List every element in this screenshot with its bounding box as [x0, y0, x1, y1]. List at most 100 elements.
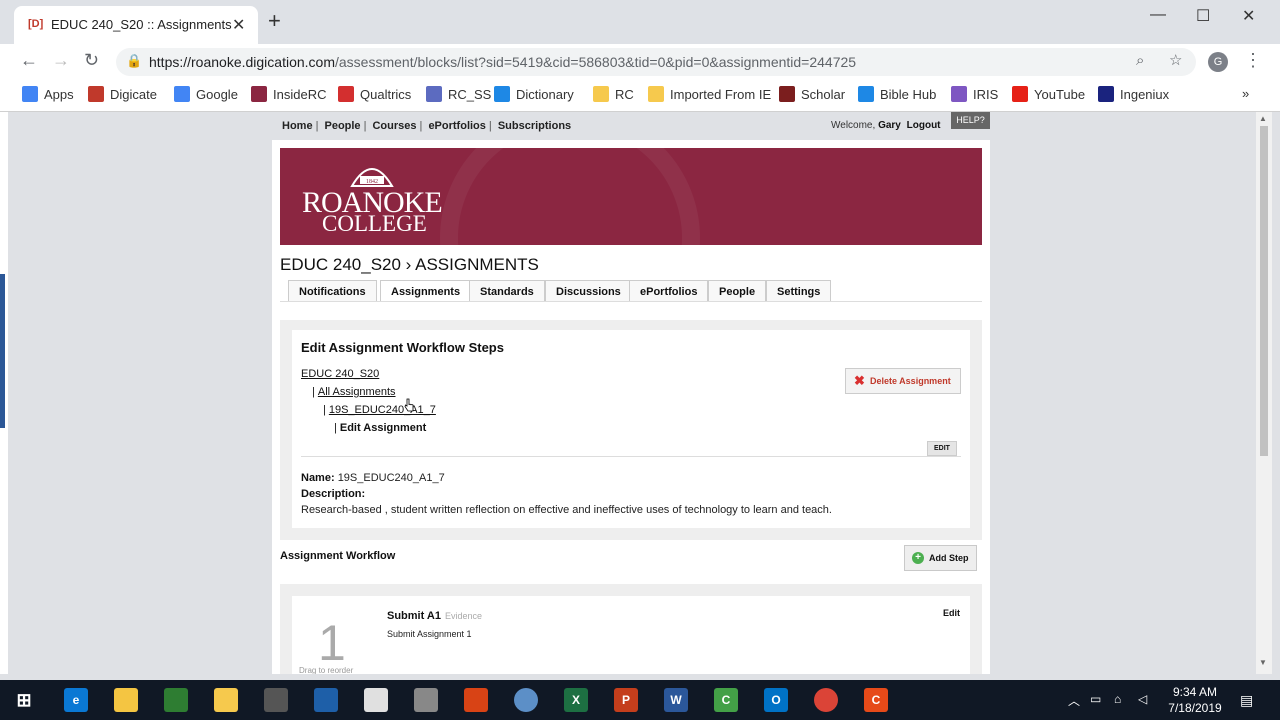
bookmark-insiderc[interactable]: InsideRC — [251, 86, 326, 102]
word-icon[interactable]: W — [664, 688, 688, 712]
profile-avatar[interactable]: G — [1208, 52, 1228, 72]
edit-small-button[interactable]: EDIT — [927, 441, 957, 456]
bookmarks-overflow-icon[interactable]: » — [1242, 86, 1249, 101]
battery-icon[interactable]: ▭ — [1090, 692, 1101, 706]
browser-toolbar: ← → ↻ 🔒 https://roanoke.digication.com/a… — [0, 44, 1280, 80]
scroll-down-icon[interactable]: ▼ — [1259, 658, 1267, 667]
tab-close-icon[interactable]: ✕ — [232, 15, 245, 35]
breadcrumb-assignment-link[interactable]: 19S_EDUC240_A1_7 — [329, 404, 436, 416]
store-icon[interactable] — [364, 688, 388, 712]
app-green-icon[interactable] — [164, 688, 188, 712]
bookmark-label: RC_SS — [448, 87, 492, 102]
calculator-icon[interactable] — [264, 688, 288, 712]
globe-icon[interactable] — [514, 688, 538, 712]
file-explorer-icon[interactable] — [114, 688, 138, 712]
help-button[interactable]: HELP? — [951, 112, 990, 129]
tab-settings[interactable]: Settings — [766, 280, 832, 302]
zoom-search-icon[interactable]: ⌕ — [1136, 52, 1144, 69]
windows-start-icon[interactable]: ⊞ — [12, 688, 36, 712]
bookmark-label: Ingeniux — [1120, 87, 1170, 102]
bookmark-rc[interactable]: RC — [593, 86, 634, 102]
scroll-up-icon[interactable]: ▲ — [1259, 114, 1267, 123]
camtasia-recorder-icon[interactable]: C — [864, 688, 888, 712]
outlook-icon[interactable]: O — [764, 688, 788, 712]
iris-icon — [951, 86, 967, 102]
volume-icon[interactable]: ◁ — [1138, 692, 1147, 706]
address-bar[interactable]: 🔒 https://roanoke.digication.com/assessm… — [116, 48, 1196, 76]
welcome-text: Welcome, Gary Logout — [831, 120, 941, 131]
workflow-step-card[interactable]: 1 Drag to reorder Submit A1 Evidence Subm… — [292, 596, 970, 674]
bookmark-qualtrics[interactable]: Qualtrics — [338, 86, 411, 102]
bookmark-label: Digicate — [110, 87, 157, 102]
college-banner: 1842 ROANOKE COLLEGE — [280, 148, 982, 245]
bookmark-rc-ss[interactable]: RC_SS — [426, 86, 491, 102]
chrome-icon[interactable] — [814, 688, 838, 712]
drag-handle[interactable]: Drag to reorder — [299, 666, 353, 674]
scrollbar-thumb[interactable] — [1260, 126, 1268, 456]
reload-icon[interactable]: ↻ — [84, 50, 99, 71]
vertical-scrollbar[interactable]: ▲ ▼ — [1256, 112, 1272, 674]
bookmark-label: Qualtrics — [360, 87, 412, 102]
breadcrumb-all-assignments-link[interactable]: All Assignments — [318, 386, 396, 398]
step-edit-link[interactable]: Edit — [943, 608, 960, 618]
bookmark-star-icon[interactable]: ☆ — [1169, 51, 1182, 69]
tray-chevron-icon[interactable]: ︿ — [1068, 692, 1080, 709]
bookmark-bible-hub[interactable]: Bible Hub — [858, 86, 936, 102]
bookmark-label: Dictionary — [516, 87, 574, 102]
taskbar-clock[interactable]: 9:34 AM 7/18/2019 — [1160, 684, 1230, 716]
browser-tab[interactable]: [D] EDUC 240_S20 :: Assignments ✕ — [14, 6, 258, 44]
tab-eportfolios[interactable]: ePortfolios — [629, 280, 709, 302]
apps-grid-icon — [22, 86, 38, 102]
logout-link[interactable]: Logout — [907, 120, 941, 131]
bookmark-scholar[interactable]: Scholar — [779, 86, 845, 102]
app-orange-icon[interactable] — [464, 688, 488, 712]
edge-icon[interactable]: e — [64, 688, 88, 712]
new-tab-button[interactable]: + — [268, 10, 281, 32]
nav-courses[interactable]: Courses — [372, 120, 416, 132]
camtasia-green-icon[interactable]: C — [714, 688, 738, 712]
bookmark-google[interactable]: Google — [174, 86, 238, 102]
back-icon[interactable]: ← — [20, 50, 38, 71]
nav-eportfolios[interactable]: ePortfolios — [428, 120, 485, 132]
network-icon[interactable]: ⌂ — [1114, 692, 1121, 706]
minimize-icon[interactable]: — — [1150, 6, 1166, 24]
tab-assignments[interactable]: Assignments — [380, 280, 472, 302]
add-step-button[interactable]: + Add Step — [904, 545, 977, 571]
tab-discussions[interactable]: Discussions — [545, 280, 632, 302]
menu-kebab-icon[interactable]: ⋮ — [1244, 50, 1262, 71]
powerpoint-icon[interactable]: P — [614, 688, 638, 712]
forward-icon[interactable]: → — [52, 50, 70, 71]
nav-people[interactable]: People — [324, 120, 360, 132]
bookmark-ingeniux[interactable]: Ingeniux — [1098, 86, 1169, 102]
name-label: Name: — [301, 472, 335, 484]
digication-favicon-icon: [D] — [28, 18, 44, 30]
excel-icon[interactable]: X — [564, 688, 588, 712]
bookmark-dictionary[interactable]: Dictionary — [494, 86, 574, 102]
bookmark-apps[interactable]: Apps — [22, 86, 74, 102]
page-container: 1842 ROANOKE COLLEGE EDUC 240_S20 › ASSI… — [272, 140, 990, 674]
insiderc-icon — [251, 86, 267, 102]
tab-title: EDUC 240_S20 :: Assignments — [51, 17, 232, 32]
close-window-icon[interactable]: ✕ — [1242, 6, 1255, 26]
delete-x-icon: ✖ — [854, 373, 865, 388]
bookmark-digicate[interactable]: Digicate — [88, 86, 157, 102]
tab-standards[interactable]: Standards — [469, 280, 545, 302]
tab-people[interactable]: People — [708, 280, 767, 302]
tab-notifications[interactable]: Notifications — [288, 280, 377, 302]
bookmark-iris[interactable]: IRIS — [951, 86, 998, 102]
nav-home[interactable]: Home — [282, 120, 313, 132]
edit-workflow-box: Edit Assignment Workflow Steps EDUC 240_… — [292, 330, 970, 528]
bookmark-youtube[interactable]: YouTube — [1012, 86, 1085, 102]
delete-assignment-button[interactable]: ✖ Delete Assignment — [845, 368, 961, 394]
nav-subscriptions[interactable]: Subscriptions — [498, 120, 571, 132]
app-blue-icon[interactable] — [314, 688, 338, 712]
maximize-icon[interactable]: ☐ — [1196, 6, 1210, 26]
bookmark-label: RC — [615, 87, 634, 102]
step-type: Evidence — [445, 611, 483, 621]
breadcrumb-course-link[interactable]: EDUC 240_S20 — [301, 368, 379, 380]
bookmark-imported-from-ie[interactable]: Imported From IE — [648, 86, 771, 102]
download-folder-icon[interactable] — [214, 688, 238, 712]
paint-icon[interactable] — [414, 688, 438, 712]
college-seal-icon: 1842 — [350, 168, 394, 187]
action-center-icon[interactable]: ▤ — [1240, 692, 1253, 709]
